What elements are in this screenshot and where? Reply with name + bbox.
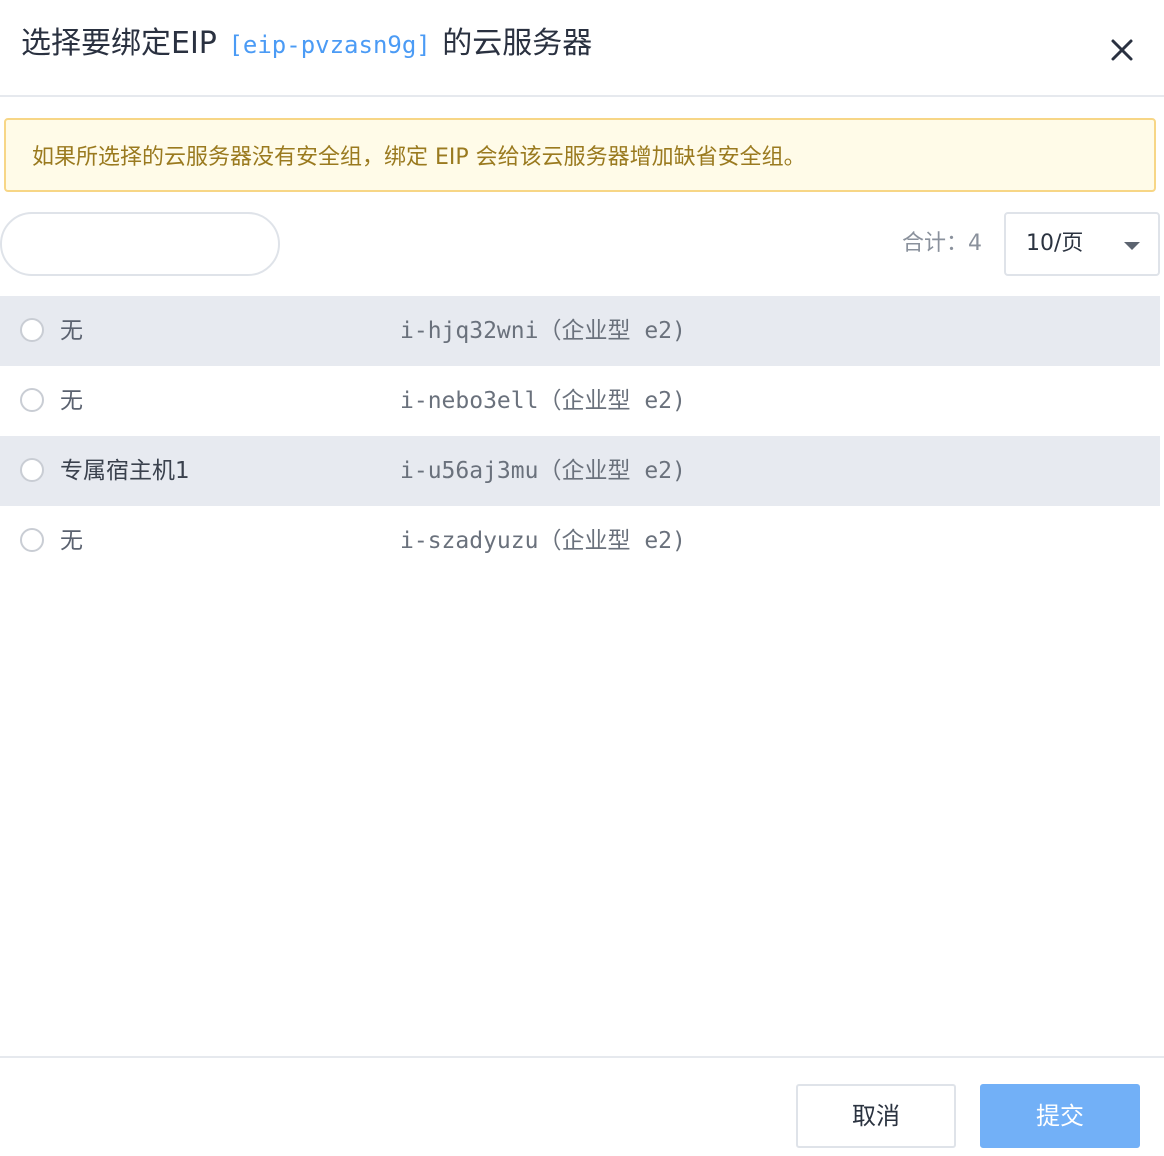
chevron-down-icon — [1124, 242, 1140, 250]
close-icon — [1111, 39, 1133, 61]
instance-cell: i-nebo3ell（企业型 e2) — [400, 388, 686, 414]
instance-cell: i-u56aj3mu（企业型 e2) — [400, 458, 686, 484]
title-suffix: 的云服务器 — [442, 26, 593, 61]
dialog-title: 选择要绑定EIP [eip-pvzasn9g] 的云服务器 — [21, 24, 592, 65]
instance-cell: i-hjq32wni（企业型 e2) — [400, 318, 686, 344]
bind-eip-dialog: 选择要绑定EIP [eip-pvzasn9g] 的云服务器 如果所选择的云服务器… — [0, 0, 1164, 1156]
host-cell: 专属宿主机1 — [60, 458, 190, 484]
cancel-button[interactable]: 取消 — [796, 1084, 956, 1148]
host-cell: 无 — [60, 318, 83, 344]
page-size-value: 10/页 — [1026, 231, 1084, 256]
row-radio[interactable] — [20, 388, 44, 412]
server-table: 无 i-hjq32wni（企业型 e2) 无 i-nebo3ell（企业型 e2… — [0, 296, 1160, 576]
row-radio[interactable] — [20, 528, 44, 552]
table-row[interactable]: 专属宿主机1 i-u56aj3mu（企业型 e2) — [0, 436, 1160, 506]
warning-alert: 如果所选择的云服务器没有安全组，绑定 EIP 会给该云服务器增加缺省安全组。 — [4, 118, 1156, 192]
row-radio[interactable] — [20, 458, 44, 482]
table-row[interactable]: 无 i-szadyuzu（企业型 e2) — [0, 506, 1160, 576]
total-count: 合计：4 — [902, 231, 982, 256]
table-row[interactable]: 无 i-hjq32wni（企业型 e2) — [0, 296, 1160, 366]
dialog-footer: 取消 提交 — [0, 1056, 1164, 1156]
close-button[interactable] — [1104, 32, 1140, 68]
eip-id: [eip-pvzasn9g] — [228, 31, 431, 59]
host-cell: 无 — [60, 528, 83, 554]
host-cell: 无 — [60, 388, 83, 414]
submit-button[interactable]: 提交 — [980, 1084, 1140, 1148]
title-prefix: 选择要绑定EIP — [21, 26, 217, 61]
row-radio[interactable] — [20, 318, 44, 342]
search-input[interactable] — [0, 212, 280, 276]
dialog-header: 选择要绑定EIP [eip-pvzasn9g] 的云服务器 — [0, 0, 1164, 97]
alert-text: 如果所选择的云服务器没有安全组，绑定 EIP 会给该云服务器增加缺省安全组。 — [32, 145, 806, 170]
page-size-select[interactable]: 10/页 — [1004, 212, 1160, 276]
table-row[interactable]: 无 i-nebo3ell（企业型 e2) — [0, 366, 1160, 436]
instance-cell: i-szadyuzu（企业型 e2) — [400, 528, 686, 554]
